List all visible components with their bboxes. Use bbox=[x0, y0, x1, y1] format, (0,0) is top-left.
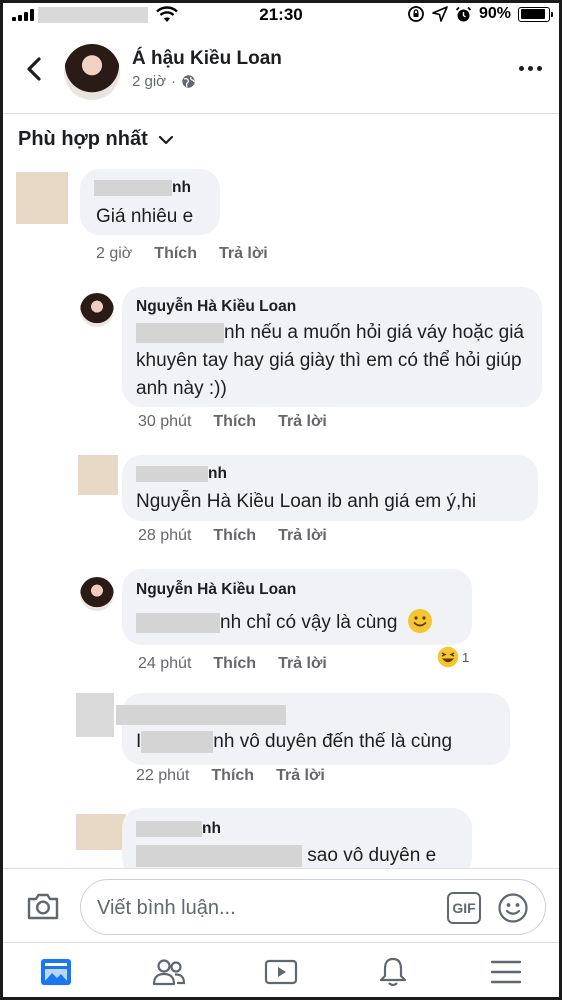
reaction-summary[interactable]: 1 bbox=[436, 645, 469, 669]
commenter-avatar-redacted[interactable] bbox=[76, 814, 126, 850]
name-tail: nh bbox=[208, 465, 227, 482]
commenter-name[interactable]: nh bbox=[94, 179, 191, 197]
menu-icon bbox=[490, 960, 522, 983]
name-tail: nh bbox=[172, 179, 191, 196]
post-time: 2 giờ bbox=[132, 73, 167, 90]
comment-text: Nguyễn Hà Kiều Loan ib anh giá em ý,hi bbox=[136, 491, 477, 512]
notifications-icon bbox=[380, 957, 407, 986]
mention-redacted bbox=[136, 844, 302, 867]
profile-avatar[interactable] bbox=[64, 44, 120, 100]
comment-body: nh chỉ có vậy là cùng bbox=[220, 612, 398, 633]
sort-label: Phù hợp nhất bbox=[18, 128, 148, 150]
post-header: Á hậu Kiều Loan 2 giờ · bbox=[0, 30, 562, 114]
watch-icon bbox=[264, 959, 298, 984]
name-redacted bbox=[136, 820, 202, 837]
comment-input[interactable] bbox=[97, 892, 427, 924]
post-meta: 2 giờ · bbox=[132, 73, 196, 90]
tab-friends[interactable] bbox=[112, 943, 224, 1000]
back-arrow-icon[interactable] bbox=[20, 54, 50, 84]
comment-text: Giá nhiêu e bbox=[96, 206, 194, 227]
location-icon bbox=[432, 6, 448, 22]
reply-button[interactable]: Trả lời bbox=[278, 413, 327, 431]
reply-button[interactable]: Trả lời bbox=[276, 767, 325, 785]
smile-emoji-icon bbox=[407, 609, 432, 633]
haha-reaction-icon bbox=[436, 645, 460, 669]
battery-icon bbox=[518, 6, 553, 22]
comment-time: 22 phút bbox=[136, 767, 190, 784]
alarm-icon bbox=[455, 6, 472, 21]
comment-body: sao vô duyên e bbox=[307, 845, 437, 866]
tab-watch[interactable] bbox=[225, 943, 337, 1000]
comment-text: nh chỉ có vậy là cùng bbox=[136, 608, 433, 637]
name-tail: nh bbox=[202, 820, 221, 837]
comment-text: Inh vô duyên đến thế là cùng bbox=[136, 728, 452, 756]
comment-sort-dropdown[interactable]: Phù hợp nhất bbox=[18, 128, 174, 151]
comment-time: 30 phút bbox=[138, 413, 192, 430]
status-bar: 21:30 90% bbox=[0, 0, 562, 30]
reply-button[interactable]: Trả lời bbox=[278, 655, 327, 673]
reply-comment: nh Nguyễn Hà Kiều Loan ib anh giá em ý,h… bbox=[0, 455, 562, 555]
battery-percent: 90% bbox=[478, 5, 511, 22]
like-button[interactable]: Thích bbox=[213, 527, 256, 545]
reply-button[interactable]: Trả lời bbox=[219, 245, 268, 263]
comment-actions: 2 giờ Thích Trả lời bbox=[96, 245, 268, 263]
mention-redacted bbox=[136, 322, 224, 343]
meta-separator: · bbox=[171, 73, 177, 90]
comment-text: nh nếu a muốn hỏi giá váy hoặc giá khuyê… bbox=[136, 319, 536, 403]
author-avatar[interactable] bbox=[80, 577, 114, 611]
emoji-icon[interactable] bbox=[497, 892, 529, 924]
mention-redacted bbox=[141, 730, 214, 753]
commenter-avatar-redacted[interactable] bbox=[76, 693, 114, 737]
orientation-lock-icon bbox=[408, 6, 424, 22]
commenter-name[interactable]: nh bbox=[136, 820, 221, 838]
like-button[interactable]: Thích bbox=[211, 767, 254, 785]
comment-actions: 24 phút Thích Trả lời bbox=[138, 655, 327, 673]
globe-icon bbox=[182, 75, 195, 88]
author-avatar[interactable] bbox=[80, 293, 114, 327]
comment-body: nh vô duyên đến thế là cùng bbox=[213, 731, 453, 752]
bottom-tab-bar bbox=[0, 942, 562, 1000]
comment-actions: 22 phút Thích Trả lời bbox=[136, 767, 325, 785]
reply-comment: nh sao vô duyên e bbox=[0, 808, 562, 868]
name-redacted bbox=[136, 465, 208, 482]
commenter-name[interactable]: nh bbox=[136, 465, 227, 483]
comment-actions: 30 phút Thích Trả lời bbox=[138, 413, 327, 431]
profile-name[interactable]: Á hậu Kiều Loan bbox=[132, 48, 282, 70]
news-feed-icon bbox=[41, 958, 72, 985]
comment-actions: 28 phút Thích Trả lời bbox=[138, 527, 327, 545]
comment-time: 28 phút bbox=[138, 527, 192, 544]
commenter-name[interactable]: Nguyễn Hà Kiều Loan bbox=[136, 298, 296, 316]
commenter-name[interactable]: Nguyễn Hà Kiều Loan bbox=[136, 581, 296, 599]
more-options-icon[interactable] bbox=[519, 66, 542, 71]
name-redacted bbox=[116, 705, 286, 725]
like-button[interactable]: Thích bbox=[154, 245, 197, 263]
name-redacted bbox=[94, 179, 172, 196]
reaction-count: 1 bbox=[462, 649, 470, 665]
comment-time: 2 giờ bbox=[96, 245, 133, 262]
comment-text: sao vô duyên e bbox=[136, 842, 436, 868]
commenter-avatar-redacted[interactable] bbox=[78, 455, 118, 495]
like-button[interactable]: Thích bbox=[213, 655, 256, 673]
tab-notifications[interactable] bbox=[337, 943, 449, 1000]
comment-composer: GIF bbox=[0, 868, 562, 942]
chevron-down-icon bbox=[158, 135, 173, 144]
reply-button[interactable]: Trả lời bbox=[278, 527, 327, 545]
reply-comment: Nguyễn Hà Kiều Loan nh chỉ có vậy là cùn… bbox=[0, 569, 562, 679]
status-right: 90% bbox=[407, 5, 553, 23]
reply-comment: Inh vô duyên đến thế là cùng 22 phút Thí… bbox=[0, 693, 562, 793]
tab-news-feed[interactable] bbox=[0, 943, 112, 1000]
reply-comment: Nguyễn Hà Kiều Loan nh nếu a muốn hỏi gi… bbox=[0, 287, 562, 437]
comment-input-box[interactable]: GIF bbox=[80, 879, 546, 935]
like-button[interactable]: Thích bbox=[213, 413, 256, 431]
friends-icon bbox=[152, 958, 185, 985]
gif-button[interactable]: GIF bbox=[447, 892, 481, 924]
camera-icon[interactable] bbox=[26, 891, 60, 921]
commenter-avatar-redacted[interactable] bbox=[16, 172, 68, 224]
comment: nh Giá nhiêu e 2 giờ Thích Trả lời bbox=[0, 165, 562, 270]
mention-redacted bbox=[136, 612, 220, 633]
comment-time: 24 phút bbox=[138, 655, 192, 672]
commenter-name[interactable] bbox=[116, 705, 286, 725]
tab-menu[interactable] bbox=[450, 943, 562, 1000]
